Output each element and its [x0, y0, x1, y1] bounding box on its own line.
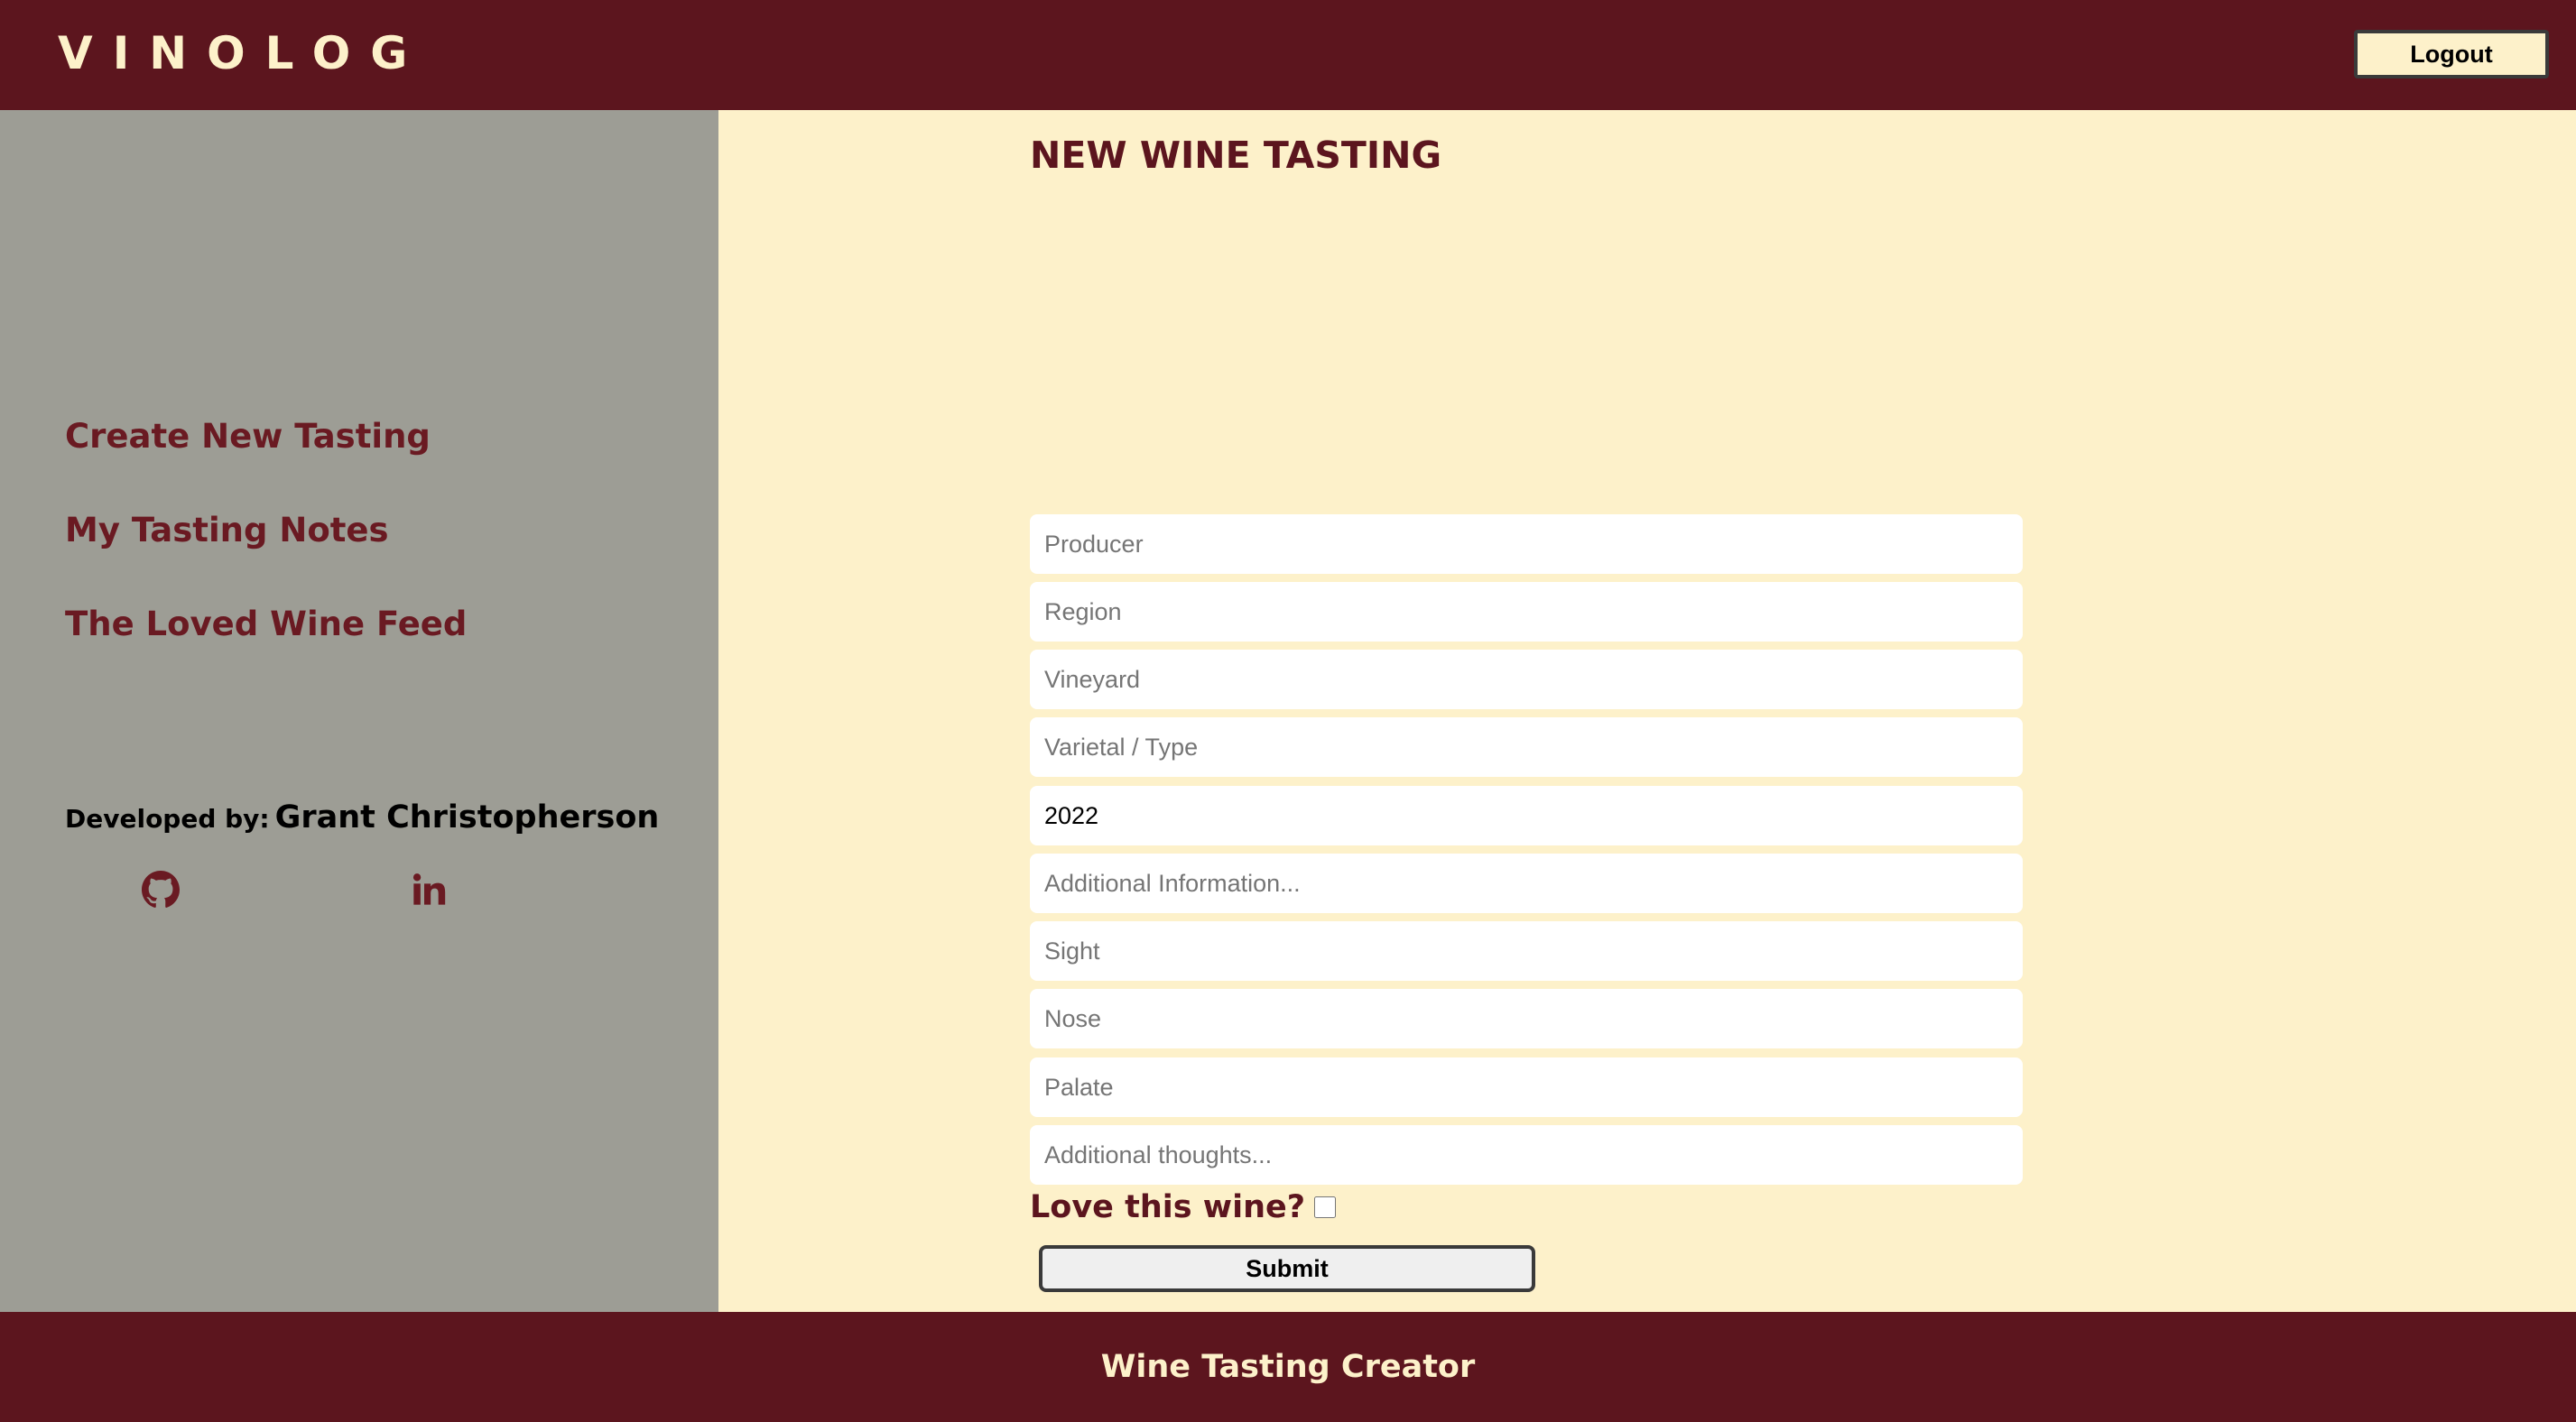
vintage-input[interactable]	[1030, 786, 2023, 845]
developer-credit: Developed by: Grant Christopherson	[65, 799, 659, 836]
page-title: NEW WINE TASTING	[1030, 134, 1442, 177]
logout-button[interactable]: Logout	[2354, 30, 2549, 78]
varietal-type-input[interactable]	[1030, 717, 2023, 777]
github-icon[interactable]	[141, 870, 181, 910]
developed-by-label: Developed by:	[65, 804, 270, 834]
additional-information-input[interactable]	[1030, 854, 2023, 913]
brand-logo: VINOLOG	[58, 27, 428, 79]
sidebar: Create New Tasting My Tasting Notes The …	[0, 110, 718, 1312]
sidebar-item-create-new-tasting[interactable]: Create New Tasting	[65, 417, 431, 456]
linkedin-icon[interactable]	[409, 870, 449, 910]
sidebar-item-loved-wine-feed[interactable]: The Loved Wine Feed	[65, 605, 467, 643]
footer: Wine Tasting Creator	[0, 1312, 2576, 1422]
palate-input[interactable]	[1030, 1057, 2023, 1117]
vineyard-input[interactable]	[1030, 650, 2023, 709]
producer-input[interactable]	[1030, 514, 2023, 574]
developer-name: Grant Christopherson	[274, 799, 660, 836]
sight-input[interactable]	[1030, 921, 2023, 981]
header: VINOLOG Logout	[0, 0, 2576, 110]
love-wine-checkbox[interactable]	[1314, 1196, 1337, 1218]
submit-button[interactable]: Submit	[1039, 1245, 1535, 1292]
region-input[interactable]	[1030, 582, 2023, 642]
footer-text: Wine Tasting Creator	[1100, 1349, 1476, 1385]
sidebar-item-my-tasting-notes[interactable]: My Tasting Notes	[65, 511, 389, 549]
love-wine-label: Love this wine?	[1030, 1189, 1306, 1225]
love-wine-row: Love this wine?	[1030, 1189, 1337, 1225]
nose-input[interactable]	[1030, 989, 2023, 1048]
additional-thoughts-input[interactable]	[1030, 1125, 2023, 1185]
